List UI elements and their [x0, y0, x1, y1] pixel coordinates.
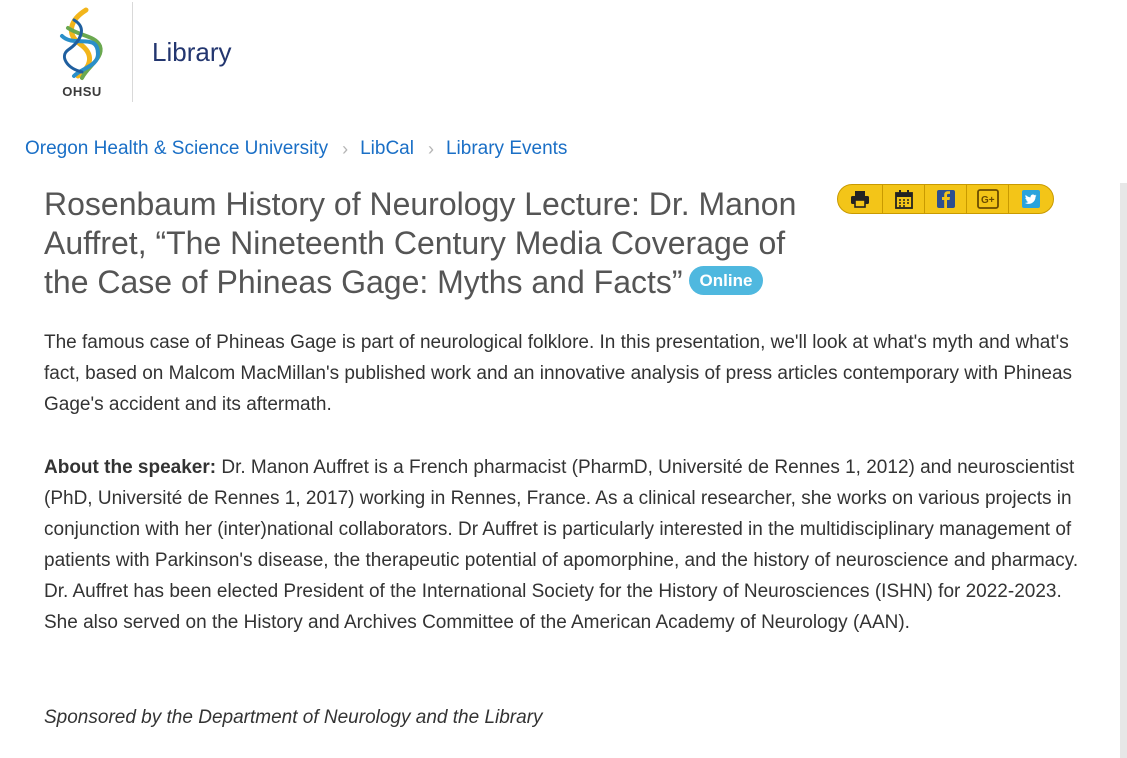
sponsor-note: Sponsored by the Department of Neurology…	[44, 707, 543, 728]
google-plus-icon: G+	[976, 189, 999, 209]
event-title: Rosenbaum History of Neurology Lecture: …	[44, 185, 834, 302]
facebook-share-button[interactable]	[924, 184, 967, 214]
about-speaker: About the speaker: Dr. Manon Auffret is …	[44, 452, 1084, 638]
svg-text:G+: G+	[981, 195, 995, 206]
facebook-icon	[936, 190, 955, 208]
scrollbar[interactable]	[1120, 183, 1127, 758]
breadcrumb-libcal[interactable]: LibCal	[360, 138, 414, 160]
twitter-share-button[interactable]	[1008, 184, 1054, 214]
logo-text: OHSU	[62, 84, 102, 99]
chevron-right-icon: ›	[427, 138, 434, 159]
site-header: OHSU Library	[0, 0, 1127, 110]
twitter-icon	[1022, 190, 1040, 208]
ohsu-logo[interactable]: OHSU	[52, 6, 112, 102]
library-title[interactable]: Library	[152, 37, 231, 68]
breadcrumb-library-events[interactable]: Library Events	[446, 138, 567, 160]
online-badge: Online	[688, 266, 764, 296]
ohsu-logo-mark-icon	[60, 7, 103, 80]
google-plus-share-button[interactable]: G+	[966, 184, 1009, 214]
chevron-right-icon: ›	[342, 138, 349, 159]
about-speaker-text: Dr. Manon Auffret is a French pharmacist…	[44, 457, 1079, 633]
share-toolbar: G+	[837, 184, 1054, 214]
print-icon	[851, 191, 869, 208]
header-divider	[132, 2, 133, 102]
event-title-text: Rosenbaum History of Neurology Lecture: …	[44, 186, 797, 300]
print-button[interactable]	[837, 184, 883, 214]
event-description: The famous case of Phineas Gage is part …	[44, 332, 1073, 415]
calendar-button[interactable]	[882, 184, 925, 214]
calendar-icon	[894, 190, 913, 209]
breadcrumb-ohsu[interactable]: Oregon Health & Science University	[25, 138, 328, 160]
breadcrumb: Oregon Health & Science University › Lib…	[25, 136, 567, 162]
about-speaker-label: About the speaker:	[44, 457, 217, 478]
